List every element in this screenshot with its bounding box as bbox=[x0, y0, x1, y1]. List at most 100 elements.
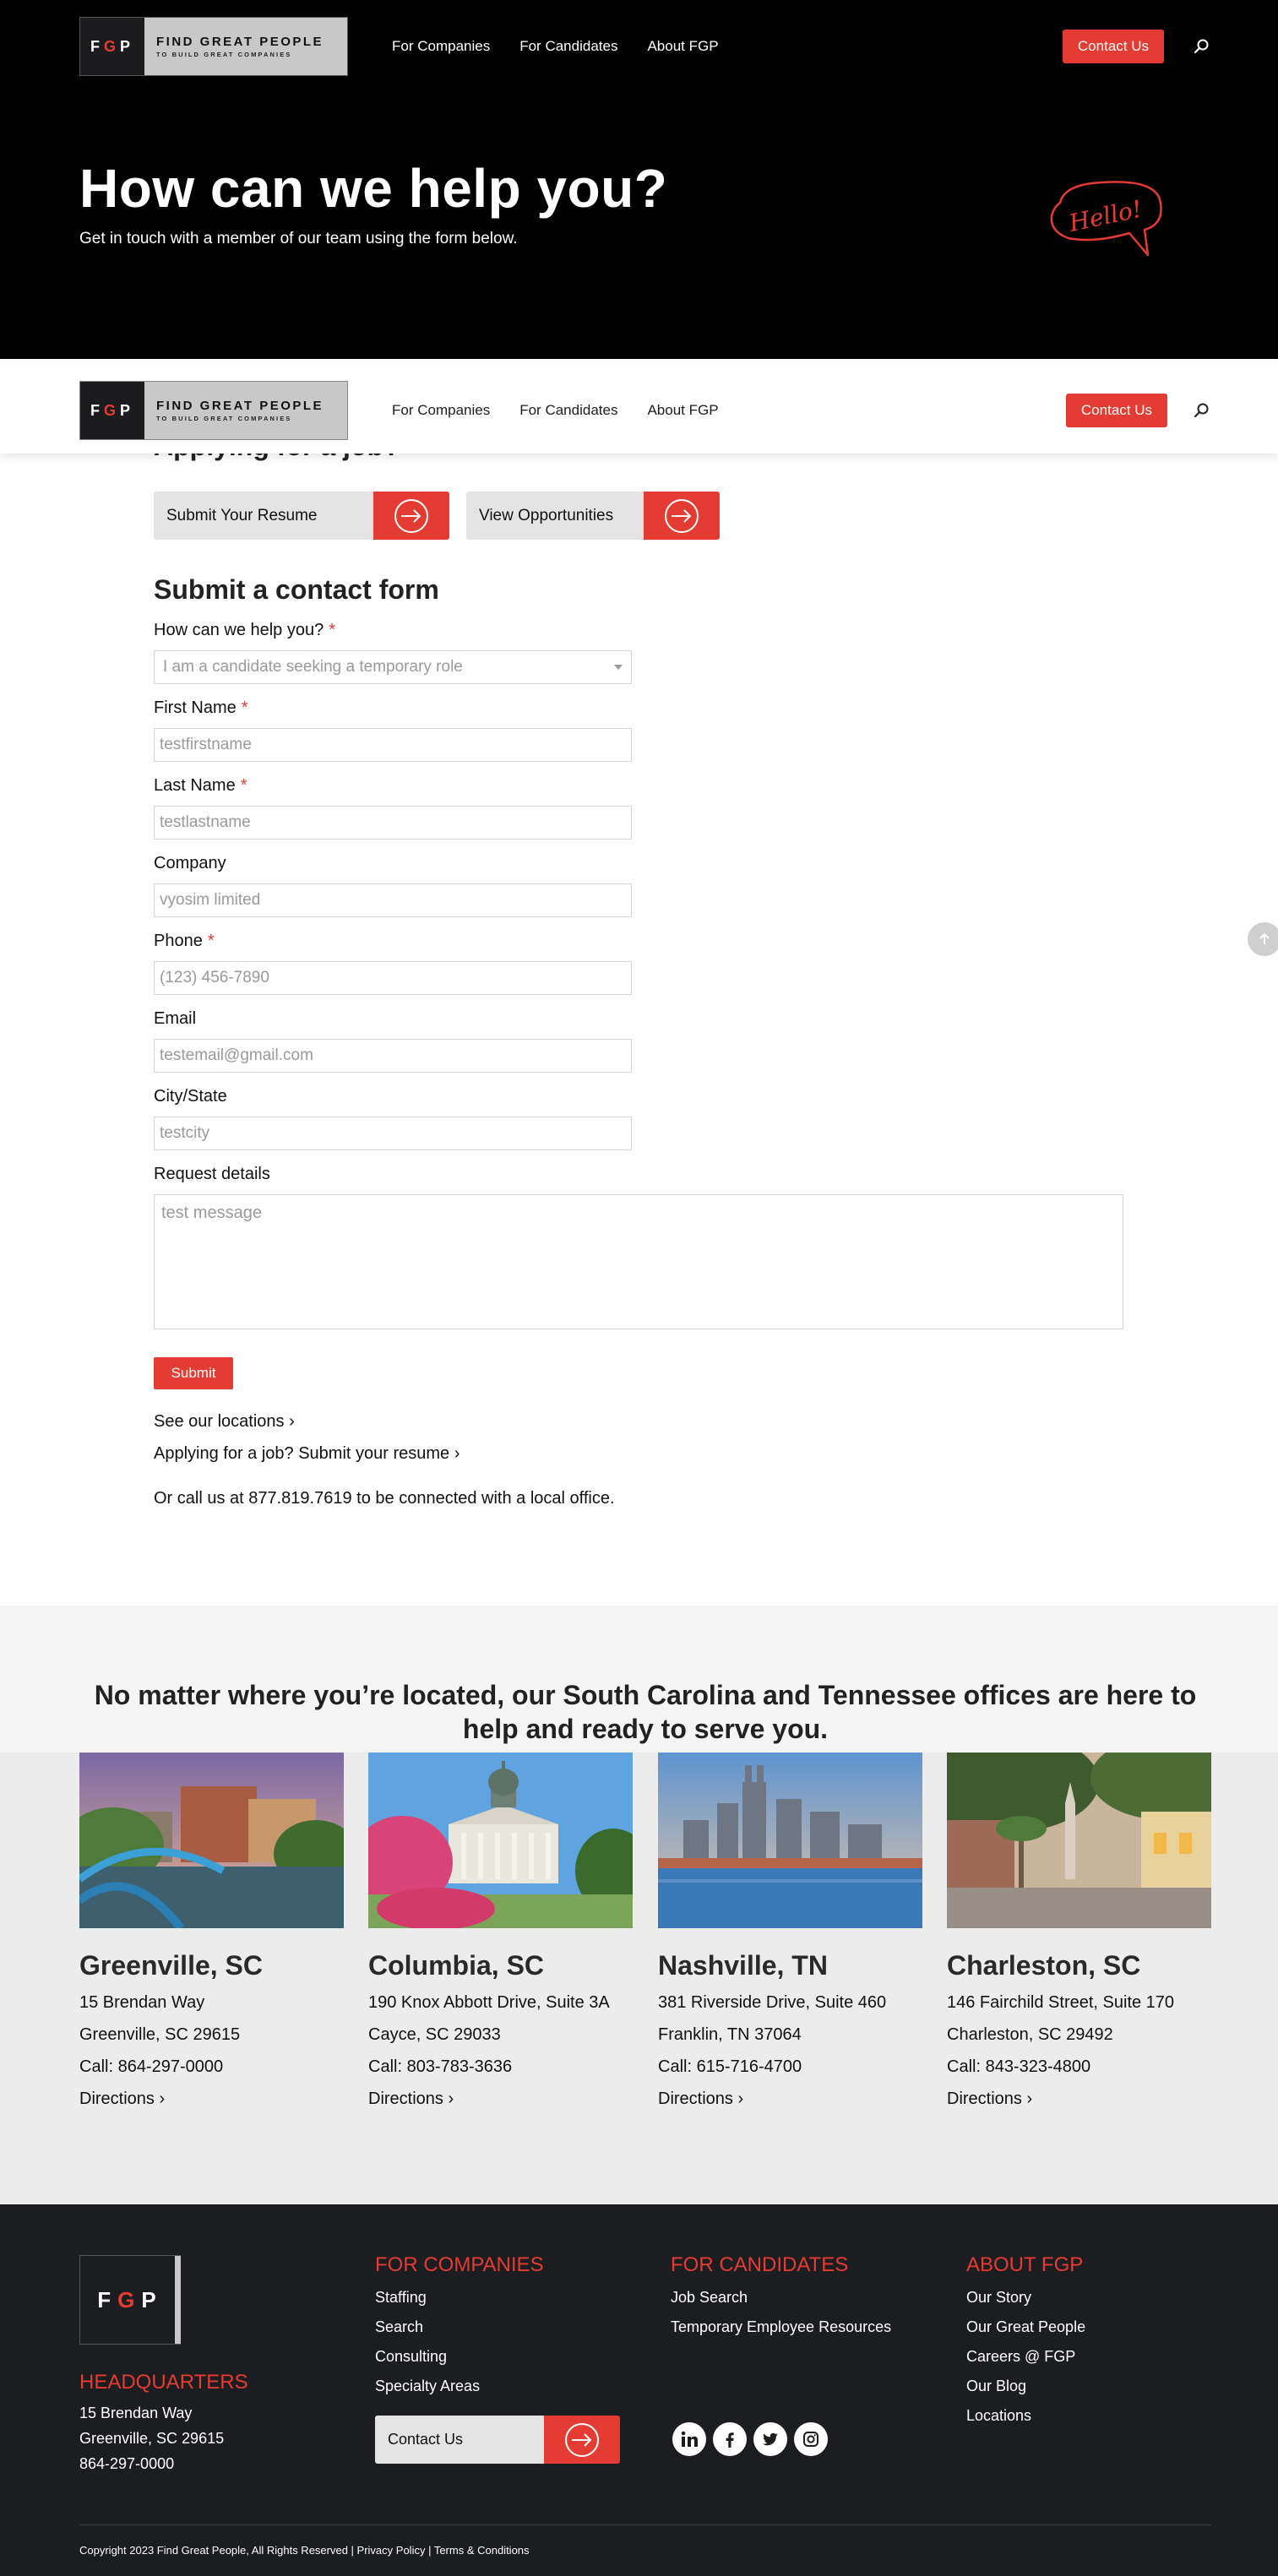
logo-tagline-2: TO BUILD GREAT COMPANIES bbox=[156, 51, 292, 58]
footer-link-search[interactable]: Search bbox=[375, 2312, 480, 2342]
contact-us-button[interactable]: Contact Us bbox=[1062, 30, 1164, 63]
logo-tagline: FIND GREAT PEOPLE TO BUILD GREAT COMPANI… bbox=[144, 18, 347, 75]
first-name-field[interactable]: testfirstname bbox=[154, 728, 632, 762]
location-city: Nashville, TN bbox=[658, 1950, 828, 1981]
footer-logo[interactable]: FGP bbox=[79, 2255, 181, 2345]
footer-candidates-heading: FOR CANDIDATES bbox=[671, 2253, 849, 2276]
main-nav: FGP FIND GREAT PEOPLE TO BUILD GREAT COM… bbox=[79, 17, 1211, 76]
email-label: Email bbox=[154, 1009, 197, 1028]
page-title: How can we help you? bbox=[79, 158, 668, 219]
logo-tagline: FIND GREAT PEOPLE TO BUILD GREAT COMPANI… bbox=[144, 382, 347, 439]
footer-link-locations[interactable]: Locations bbox=[966, 2401, 1085, 2431]
request-details-textarea[interactable]: test message bbox=[154, 1194, 1123, 1329]
logo-tagline-1: FIND GREAT PEOPLE bbox=[156, 35, 324, 49]
greenville-photo bbox=[79, 1753, 344, 1928]
location-phone[interactable]: Call: 615-716-4700 bbox=[658, 2056, 922, 2078]
location-phone[interactable]: Call: 864-297-0000 bbox=[79, 2056, 344, 2078]
copyright: Copyright 2023 Find Great People, All Ri… bbox=[79, 2544, 530, 2557]
logo-tagline-2: TO BUILD GREAT COMPANIES bbox=[156, 415, 292, 422]
hero: FGP FIND GREAT PEOPLE TO BUILD GREAT COM… bbox=[0, 0, 1278, 359]
footer-hq-heading: HEADQUARTERS bbox=[79, 2371, 248, 2394]
logo[interactable]: FGP FIND GREAT PEOPLE TO BUILD GREAT COM… bbox=[79, 17, 348, 76]
directions-link[interactable]: Directions › bbox=[658, 2088, 922, 2110]
nav-links: For Companies For Candidates About FGP bbox=[392, 38, 719, 55]
location-card-charleston: Charleston, SC 146 Fairchild Street, Sui… bbox=[947, 1753, 1211, 2110]
location-city: Greenville, SC bbox=[79, 1950, 263, 1981]
footer-link-our-blog[interactable]: Our Blog bbox=[966, 2372, 1085, 2401]
footer-link-staffing[interactable]: Staffing bbox=[375, 2283, 480, 2312]
directions-link[interactable]: Directions › bbox=[368, 2088, 633, 2110]
logo-tagline-1: FIND GREAT PEOPLE bbox=[156, 399, 324, 413]
arrow-circle-icon bbox=[544, 2416, 620, 2464]
view-opportunities-label: View Opportunities bbox=[466, 492, 644, 540]
locations-heading: No matter where you’re located, our Sout… bbox=[94, 1680, 1197, 1744]
nav-about-fgp[interactable]: About FGP bbox=[647, 38, 718, 55]
sticky-nav: FGP FIND GREAT PEOPLE TO BUILD GREAT COM… bbox=[79, 381, 1211, 440]
footer-link-our-great-people[interactable]: Our Great People bbox=[966, 2312, 1085, 2342]
nashville-photo bbox=[658, 1753, 922, 1928]
facebook-icon[interactable] bbox=[713, 2422, 747, 2456]
footer-link-our-story[interactable]: Our Story bbox=[966, 2283, 1085, 2312]
location-phone[interactable]: Call: 803-783-3636 bbox=[368, 2056, 633, 2078]
submit-resume-label: Submit Your Resume bbox=[154, 492, 373, 540]
location-address-2: Cayce, SC 29033 bbox=[368, 2025, 501, 2044]
directions-link[interactable]: Directions › bbox=[79, 2088, 344, 2110]
submit-button[interactable]: Submit bbox=[154, 1357, 233, 1389]
footer-companies-links: Staffing Search Consulting Specialty Are… bbox=[375, 2283, 480, 2401]
linkedin-icon[interactable] bbox=[672, 2422, 706, 2456]
sticky-header: FGP FIND GREAT PEOPLE TO BUILD GREAT COM… bbox=[0, 359, 1278, 454]
location-city: Charleston, SC bbox=[947, 1950, 1141, 1981]
location-card-columbia: Columbia, SC 190 Knox Abbott Drive, Suit… bbox=[368, 1753, 633, 2110]
hello-speech-bubble-icon: Hello! bbox=[1050, 181, 1162, 257]
twitter-icon[interactable] bbox=[753, 2422, 787, 2456]
footer-contact-button[interactable]: Contact Us bbox=[375, 2416, 620, 2464]
view-opportunities-button[interactable]: View Opportunities bbox=[466, 492, 720, 540]
arrow-up-icon bbox=[1259, 932, 1270, 944]
search-icon[interactable] bbox=[1193, 37, 1211, 56]
submit-resume-link[interactable]: Applying for a job? Submit your resume › bbox=[154, 1444, 460, 1464]
directions-link[interactable]: Directions › bbox=[947, 2088, 1211, 2110]
phone-field[interactable]: (123) 456-7890 bbox=[154, 961, 632, 995]
last-name-field[interactable]: testlastname bbox=[154, 806, 632, 840]
instagram-icon[interactable] bbox=[794, 2422, 828, 2456]
sticky-logo[interactable]: FGP FIND GREAT PEOPLE TO BUILD GREAT COM… bbox=[79, 381, 348, 440]
contact-form-heading: Submit a contact form bbox=[154, 574, 439, 605]
arrow-circle-icon bbox=[644, 492, 720, 540]
sticky-nav-for-candidates[interactable]: For Candidates bbox=[519, 402, 617, 419]
sticky-nav-for-companies[interactable]: For Companies bbox=[392, 402, 490, 419]
nav-for-candidates[interactable]: For Candidates bbox=[519, 38, 617, 55]
location-city: Columbia, SC bbox=[368, 1950, 545, 1981]
email-field[interactable]: testemail@gmail.com bbox=[154, 1039, 632, 1073]
charleston-photo bbox=[947, 1753, 1211, 1928]
footer-hq-phone[interactable]: 864-297-0000 bbox=[79, 2451, 224, 2476]
arrow-circle-icon bbox=[373, 492, 449, 540]
see-locations-link[interactable]: See our locations › bbox=[154, 1412, 295, 1432]
help-select-value: I am a candidate seeking a temporary rol… bbox=[163, 658, 463, 676]
footer-contact-label: Contact Us bbox=[375, 2416, 544, 2464]
location-address-2: Charleston, SC 29492 bbox=[947, 2025, 1113, 2044]
submit-resume-button[interactable]: Submit Your Resume bbox=[154, 492, 449, 540]
footer-link-temporary-resources[interactable]: Temporary Employee Resources bbox=[671, 2312, 891, 2342]
sticky-nav-about-fgp[interactable]: About FGP bbox=[647, 402, 718, 419]
location-card-nashville: Nashville, TN 381 Riverside Drive, Suite… bbox=[658, 1753, 922, 2110]
company-field[interactable]: vyosim limited bbox=[154, 883, 632, 917]
city-state-field[interactable]: testcity bbox=[154, 1117, 632, 1150]
company-label: Company bbox=[154, 854, 226, 872]
call-us-text: Or call us at 877.819.7619 to be connect… bbox=[154, 1489, 615, 1508]
scroll-to-top-button[interactable] bbox=[1248, 922, 1278, 956]
help-select[interactable]: I am a candidate seeking a temporary rol… bbox=[154, 650, 632, 684]
footer-link-job-search[interactable]: Job Search bbox=[671, 2283, 891, 2312]
sticky-contact-us-button[interactable]: Contact Us bbox=[1065, 394, 1167, 427]
footer-link-consulting[interactable]: Consulting bbox=[375, 2342, 480, 2372]
footer-link-specialty-areas[interactable]: Specialty Areas bbox=[375, 2372, 480, 2401]
footer-link-careers[interactable]: Careers @ FGP bbox=[966, 2342, 1085, 2372]
footer-hq-address: 15 Brendan Way Greenville, SC 29615 864-… bbox=[79, 2400, 224, 2476]
sticky-nav-links: For Companies For Candidates About FGP bbox=[392, 402, 719, 419]
location-address-1: 146 Fairchild Street, Suite 170 bbox=[947, 1993, 1175, 2012]
search-icon[interactable] bbox=[1193, 401, 1211, 420]
logo-mark: FGP bbox=[80, 382, 144, 439]
location-phone[interactable]: Call: 843-323-4800 bbox=[947, 2056, 1211, 2078]
city-state-label: City/State bbox=[154, 1087, 227, 1106]
nav-for-companies[interactable]: For Companies bbox=[392, 38, 490, 55]
sticky-nav-actions: Contact Us bbox=[1065, 394, 1211, 427]
